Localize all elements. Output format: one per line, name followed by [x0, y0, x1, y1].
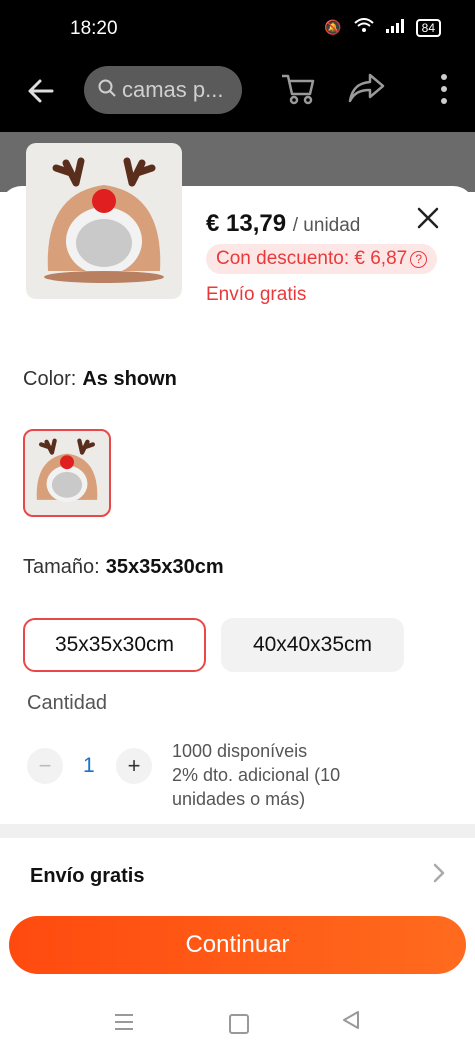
size-label-text: Tamaño:	[23, 556, 100, 578]
product-image	[26, 143, 182, 299]
nav-back-icon[interactable]	[342, 1010, 360, 1036]
continue-button[interactable]: Continuar	[9, 916, 466, 974]
status-icons: 🔕 84	[324, 18, 441, 37]
wifi-icon	[353, 18, 374, 37]
section-divider	[0, 824, 475, 838]
mute-icon: 🔕	[324, 19, 342, 35]
size-option-40x40x35[interactable]: 40x40x35cm	[221, 618, 404, 672]
color-option-as-shown[interactable]	[23, 429, 111, 517]
size-label: Tamaño: 35x35x30cm	[23, 556, 224, 579]
top-bar: camas p...	[0, 58, 475, 132]
color-label-text: Color:	[23, 368, 77, 390]
recent-apps-icon[interactable]	[115, 1014, 133, 1035]
size-value: 35x35x30cm	[105, 556, 224, 578]
chevron-right-icon[interactable]	[432, 862, 446, 891]
price-unit: / unidad	[292, 215, 361, 236]
cart-icon[interactable]	[280, 72, 316, 114]
back-arrow-icon[interactable]	[26, 76, 56, 112]
status-bar: 18:20 🔕 84	[0, 0, 475, 58]
search-input[interactable]: camas p...	[84, 66, 242, 114]
system-nav-bar	[0, 996, 475, 1056]
quantity-label: Cantidad	[27, 692, 108, 714]
signal-icon	[385, 19, 404, 36]
color-label: Color: As shown	[23, 368, 177, 391]
shipping-row-label[interactable]: Envío gratis	[30, 865, 144, 888]
help-icon[interactable]: ?	[410, 251, 428, 268]
stock-info: 1000 disponíveis 2% dto. adicional (10 u…	[172, 739, 392, 811]
more-options-icon[interactable]	[441, 74, 447, 104]
discount-text: Con descuento: € 6,87	[216, 248, 408, 269]
price: € 13,79 / unidad	[206, 210, 360, 238]
status-time: 18:20	[70, 18, 118, 39]
search-placeholder: camas p...	[122, 77, 224, 102]
color-value: As shown	[82, 368, 177, 390]
close-icon[interactable]	[416, 206, 440, 236]
price-value: € 13,79	[206, 210, 287, 237]
discount-badge: Con descuento: € 6,87?	[206, 244, 438, 274]
home-icon[interactable]	[229, 1014, 249, 1034]
share-icon[interactable]	[348, 72, 386, 112]
search-icon	[98, 79, 116, 102]
free-shipping-label: Envío gratis	[206, 284, 307, 305]
quantity-increase-button[interactable]: +	[116, 748, 152, 784]
size-option-35x35x30[interactable]: 35x35x30cm	[23, 618, 206, 672]
stock-available: 1000 disponíveis	[172, 741, 308, 761]
bulk-discount-note: 2% dto. adicional (10 unidades o más)	[172, 765, 341, 809]
quantity-decrease-button[interactable]: −	[27, 748, 63, 784]
battery-icon: 84	[415, 18, 441, 37]
quantity-value[interactable]: 1	[83, 754, 95, 778]
